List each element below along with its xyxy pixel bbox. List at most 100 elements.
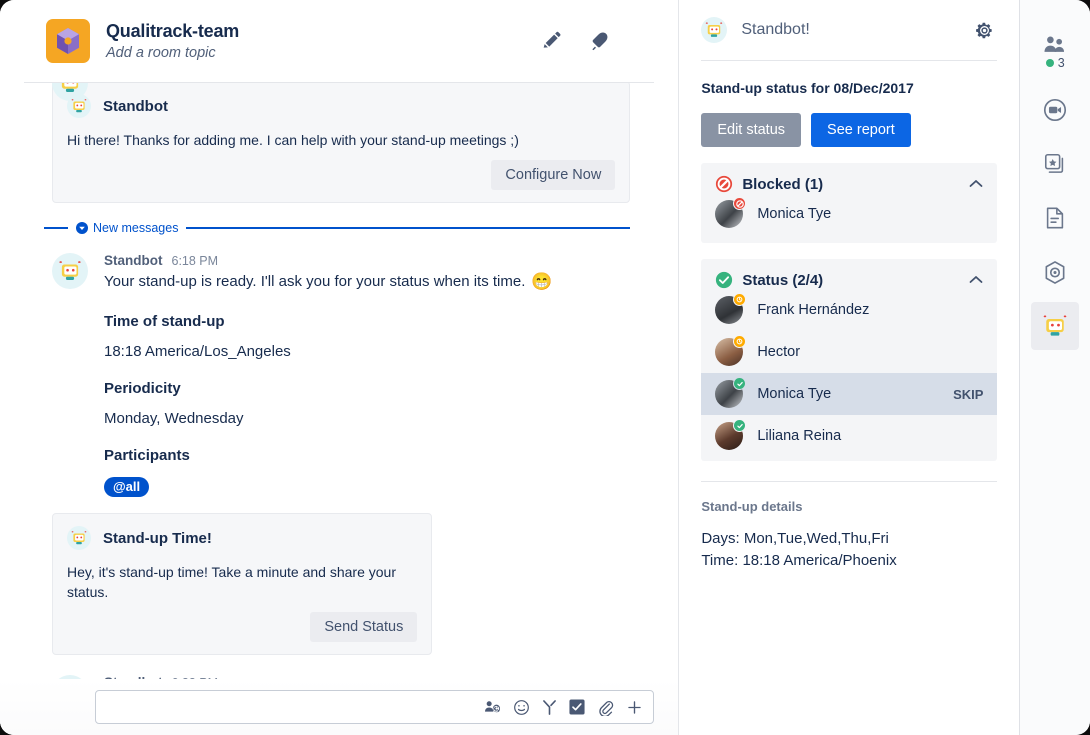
standup-time-card: Stand-up Time! Hey, it's stand-up time! …	[52, 513, 433, 655]
blocked-group-header[interactable]: Blocked (1)	[701, 175, 997, 193]
chevron-up-icon[interactable]	[969, 179, 983, 189]
cube-logo-icon	[46, 19, 90, 63]
rail-item-standbot[interactable]	[1031, 302, 1080, 350]
done-badge-icon	[733, 419, 747, 432]
message-timestamp: 6:18 PM	[171, 254, 219, 268]
standup-card-actions: Send Status	[67, 612, 418, 642]
person-name: Liliana Reina	[757, 428, 842, 444]
standbot-avatar	[52, 675, 88, 679]
message-text: Your stand-up is ready. I'll ask you for…	[104, 273, 526, 290]
list-item[interactable]: Frank Hernández	[701, 289, 997, 331]
rail-item-integrations[interactable]	[1031, 248, 1079, 296]
pending-badge-icon	[733, 293, 747, 306]
people-icon	[1043, 35, 1067, 54]
done-badge-icon	[733, 377, 747, 390]
person-name: Monica Tye	[757, 206, 832, 222]
standup-details-lines: Days: Mon,Tue,Wed,Thu,Fri Time: 18:18 Am…	[701, 528, 997, 572]
bell-icon[interactable]	[588, 30, 610, 52]
skip-button[interactable]: SKIP	[953, 387, 983, 402]
status-group: Status (2/4) Frank Hernández Hector Moni…	[701, 259, 998, 461]
list-item[interactable]: Monica Tye	[701, 193, 997, 235]
cards-star-icon	[1043, 152, 1067, 176]
message-standbot-1: Standbot 6:18 PM Your stand-up is ready.…	[0, 253, 654, 497]
send-status-button[interactable]: Send Status	[310, 612, 418, 642]
detail-heading-time: Time of stand-up	[104, 313, 225, 330]
participants-mention-pill[interactable]: @all	[104, 477, 150, 497]
standup-time: Time: 18:18 America/Phoenix	[701, 552, 897, 569]
blocked-group: Blocked (1) Monica Tye	[701, 163, 998, 243]
online-dot-icon	[1045, 58, 1054, 67]
message-meta: Standbot 6:18 PM	[104, 253, 630, 268]
message-meta: Standbot 6:23 PM	[104, 675, 630, 679]
new-messages-line-left	[44, 227, 68, 229]
chevron-up-icon[interactable]	[969, 275, 983, 285]
chat-window: Qualitrack-team Add a room topic Standbo…	[0, 0, 1090, 735]
footer-divider	[701, 481, 998, 482]
rail-item-video-call[interactable]	[1031, 86, 1079, 134]
list-item[interactable]: Liliana Reina	[701, 415, 997, 457]
blocked-group-label: Blocked (1)	[742, 175, 824, 193]
message-timestamp: 6:23 PM	[172, 676, 219, 679]
message-body: Standbot 6:18 PM Your stand-up is ready.…	[104, 253, 630, 497]
message-text-row: Your stand-up is ready. I'll ask you for…	[104, 271, 630, 293]
detail-value-periodicity: Monday, Wednesday	[104, 410, 244, 427]
composer-icons	[484, 699, 643, 716]
standbot-side-panel: Standbot! Stand-up status for 08/Dec/201…	[678, 0, 1020, 735]
emoji-icon[interactable]	[513, 699, 530, 716]
message-author: Standbot	[104, 253, 163, 268]
right-icon-rail: 3	[1019, 0, 1090, 735]
person-name: Frank Hernández	[757, 302, 870, 318]
standbot-icon	[1040, 311, 1070, 341]
welcome-card-body: Hi there! Thanks for adding me. I can he…	[67, 132, 519, 148]
pencil-icon[interactable]	[540, 30, 562, 52]
room-topic[interactable]: Add a room topic	[106, 43, 239, 63]
standup-status-heading: Stand-up status for 08/Dec/2017	[701, 80, 914, 96]
mention-icon[interactable]	[484, 700, 501, 715]
branch-icon[interactable]	[542, 699, 557, 716]
person-name: Hector	[757, 344, 801, 360]
composer-bar	[0, 679, 679, 735]
video-call-icon	[1042, 97, 1068, 123]
composer-box[interactable]	[95, 690, 655, 724]
list-item[interactable]: Monica Tye SKIP	[701, 373, 998, 415]
new-messages-divider: New messages	[44, 221, 631, 235]
new-messages-arrow-icon	[76, 222, 88, 234]
standbot-avatar-small	[701, 17, 728, 43]
see-report-button[interactable]: See report	[811, 113, 911, 147]
presence-count: 3	[1057, 55, 1065, 70]
person-name: Monica Tye	[757, 386, 832, 402]
edit-status-button[interactable]: Edit status	[701, 113, 802, 147]
task-checkbox-icon[interactable]	[569, 699, 585, 715]
message-stream[interactable]: Standbot Hi there! Thanks for adding me.…	[0, 83, 678, 679]
rail-item-cards[interactable]	[1031, 140, 1079, 188]
side-panel-title: Standbot!	[741, 21, 810, 38]
detail-heading-participants: Participants	[104, 447, 190, 464]
standbot-avatar-small	[67, 94, 91, 118]
avatar	[715, 419, 747, 450]
room-titles: Qualitrack-team Add a room topic	[106, 20, 239, 63]
attachment-icon[interactable]	[597, 699, 614, 716]
detail-heading-periodicity: Periodicity	[104, 380, 181, 397]
check-circle-icon	[715, 271, 733, 289]
welcome-card-title: Standbot	[103, 97, 168, 115]
blocked-icon	[715, 175, 733, 193]
integrations-icon	[1043, 260, 1067, 285]
add-plus-icon[interactable]	[626, 699, 643, 716]
avatar	[715, 335, 747, 366]
message-body: Standbot 6:23 PM Monica Tye sent status.…	[104, 675, 630, 679]
side-panel-body: Stand-up status for 08/Dec/2017 Edit sta…	[679, 61, 1019, 735]
rail-item-document[interactable]	[1031, 194, 1079, 242]
welcome-card-actions: Configure Now	[67, 160, 616, 190]
rail-item-people[interactable]: 3	[1031, 24, 1079, 80]
new-messages-label-group: New messages	[76, 221, 178, 235]
gear-icon[interactable]	[974, 20, 995, 41]
standup-details-title: Stand-up details	[701, 499, 803, 514]
document-icon	[1044, 206, 1066, 230]
status-group-header[interactable]: Status (2/4)	[701, 271, 997, 289]
list-item[interactable]: Hector	[701, 331, 997, 373]
main-chat-column: Qualitrack-team Add a room topic Standbo…	[0, 0, 679, 735]
configure-now-button[interactable]: Configure Now	[491, 160, 616, 190]
standup-days: Days: Mon,Tue,Wed,Thu,Fri	[701, 530, 889, 547]
message-standbot-2: Standbot 6:23 PM Monica Tye sent status.…	[0, 675, 654, 679]
message-input[interactable]	[108, 699, 485, 715]
